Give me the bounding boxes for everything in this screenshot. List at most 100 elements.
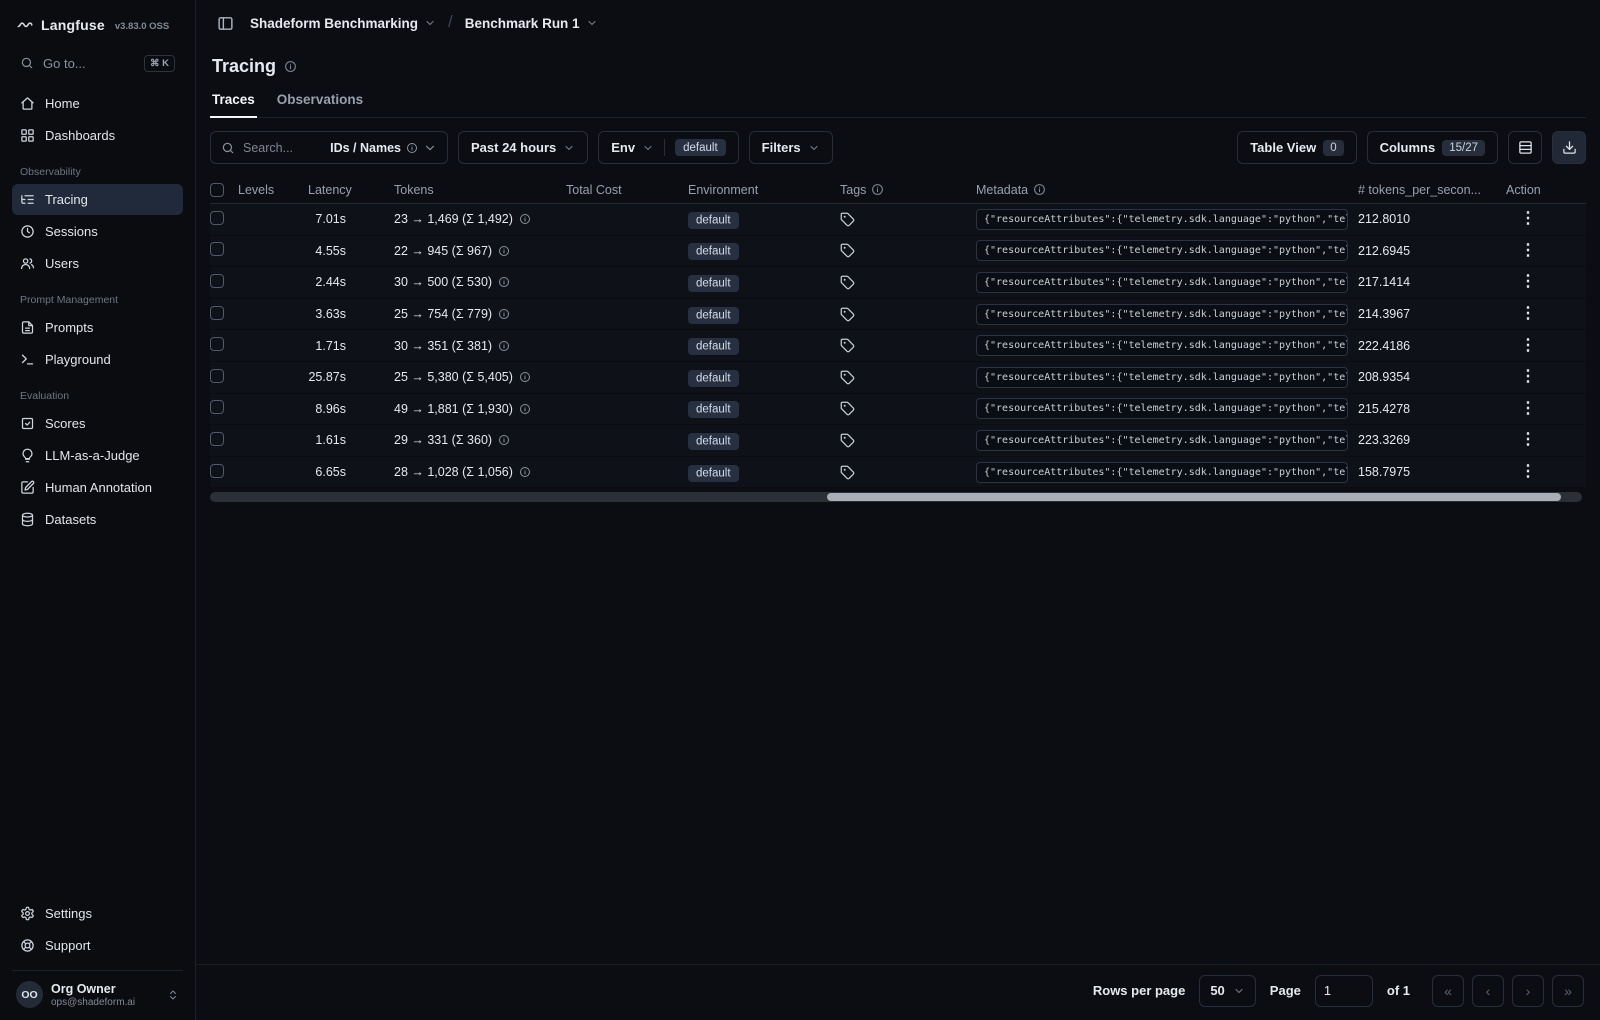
sidebar-toggle-button[interactable] bbox=[212, 10, 238, 36]
table-row[interactable]: 3.63s 25 → 754 (Σ 779) default {"resourc… bbox=[210, 298, 1586, 331]
table-row[interactable]: 1.61s 29 → 331 (Σ 360) default {"resourc… bbox=[210, 425, 1586, 457]
sidebar-item-playground[interactable]: Playground bbox=[12, 344, 183, 375]
info-icon[interactable] bbox=[519, 213, 531, 225]
column-header-latency[interactable]: Latency bbox=[308, 183, 394, 197]
tag-icon[interactable] bbox=[840, 212, 855, 227]
row-checkbox[interactable] bbox=[210, 210, 224, 225]
metadata-cell[interactable]: {"resourceAttributes":{"telemetry.sdk.la… bbox=[976, 335, 1348, 357]
search-mode-dropdown[interactable]: IDs / Names bbox=[330, 141, 437, 155]
info-icon[interactable] bbox=[498, 434, 510, 446]
metadata-cell[interactable]: {"resourceAttributes":{"telemetry.sdk.la… bbox=[976, 429, 1348, 451]
metadata-cell[interactable]: {"resourceAttributes":{"telemetry.sdk.la… bbox=[976, 398, 1348, 420]
row-checkbox[interactable] bbox=[210, 431, 224, 446]
metadata-cell[interactable]: {"resourceAttributes":{"telemetry.sdk.la… bbox=[976, 208, 1348, 230]
info-icon[interactable] bbox=[519, 403, 531, 415]
sidebar-item-datasets[interactable]: Datasets bbox=[12, 504, 183, 535]
table-row[interactable]: 1.71s 30 → 351 (Σ 381) default {"resourc… bbox=[210, 330, 1586, 362]
export-button[interactable] bbox=[1552, 131, 1586, 164]
info-icon[interactable] bbox=[498, 308, 510, 320]
page-number-input[interactable] bbox=[1314, 974, 1373, 1007]
info-icon[interactable] bbox=[498, 340, 510, 352]
row-checkbox[interactable] bbox=[210, 305, 224, 320]
column-header-tags[interactable]: Tags bbox=[840, 183, 976, 197]
info-icon[interactable] bbox=[519, 371, 531, 383]
metadata-cell[interactable]: {"resourceAttributes":{"telemetry.sdk.la… bbox=[976, 240, 1348, 262]
row-checkbox[interactable] bbox=[210, 463, 224, 478]
row-height-button[interactable] bbox=[1508, 131, 1542, 164]
column-header-total-cost[interactable]: Total Cost bbox=[566, 183, 688, 197]
table-row[interactable]: 2.44s 30 → 500 (Σ 530) default {"resourc… bbox=[210, 267, 1586, 299]
tag-icon[interactable] bbox=[840, 401, 855, 416]
sidebar-item-settings[interactable]: Settings bbox=[12, 898, 183, 929]
info-icon[interactable] bbox=[519, 466, 531, 478]
row-actions-button[interactable]: ⋮ bbox=[1506, 400, 1537, 417]
row-actions-button[interactable]: ⋮ bbox=[1506, 210, 1537, 227]
sidebar-item-tracing[interactable]: Tracing bbox=[12, 184, 183, 215]
last-page-button[interactable]: » bbox=[1552, 974, 1584, 1007]
tag-icon[interactable] bbox=[840, 338, 855, 353]
row-checkbox[interactable] bbox=[210, 242, 224, 257]
row-actions-button[interactable]: ⋮ bbox=[1506, 368, 1537, 385]
tag-icon[interactable] bbox=[840, 465, 855, 480]
time-range-dropdown[interactable]: Past 24 hours bbox=[458, 131, 589, 164]
sidebar-item-home[interactable]: Home bbox=[12, 88, 183, 119]
table-row[interactable]: 6.65s 28 → 1,028 (Σ 1,056) default {"res… bbox=[210, 456, 1586, 489]
breadcrumb-org[interactable]: Shadeform Benchmarking bbox=[250, 16, 436, 31]
sidebar-item-scores[interactable]: Scores bbox=[12, 408, 183, 439]
table-row[interactable]: 8.96s 49 → 1,881 (Σ 1,930) default {"res… bbox=[210, 393, 1586, 426]
row-actions-button[interactable]: ⋮ bbox=[1506, 337, 1537, 354]
column-header-environment[interactable]: Environment bbox=[688, 183, 840, 197]
row-checkbox[interactable] bbox=[210, 337, 224, 352]
metadata-cell[interactable]: {"resourceAttributes":{"telemetry.sdk.la… bbox=[976, 271, 1348, 293]
first-page-button[interactable]: « bbox=[1432, 974, 1464, 1007]
columns-button[interactable]: Columns 15/27 bbox=[1366, 131, 1498, 164]
row-actions-button[interactable]: ⋮ bbox=[1506, 242, 1537, 259]
info-icon[interactable] bbox=[498, 276, 510, 288]
sidebar-item-human-annotation[interactable]: Human Annotation bbox=[12, 472, 183, 503]
row-checkbox[interactable] bbox=[210, 273, 224, 288]
horizontal-scrollbar[interactable] bbox=[210, 492, 1582, 503]
sidebar-item-support[interactable]: Support bbox=[12, 930, 183, 961]
tab-traces[interactable]: Traces bbox=[210, 84, 257, 118]
column-header-tokens[interactable]: Tokens bbox=[394, 183, 566, 197]
row-checkbox[interactable] bbox=[210, 400, 224, 415]
row-actions-button[interactable]: ⋮ bbox=[1506, 463, 1537, 480]
row-actions-button[interactable]: ⋮ bbox=[1506, 273, 1537, 290]
select-all-checkbox[interactable] bbox=[210, 182, 224, 197]
table-row[interactable]: 7.01s 23 → 1,469 (Σ 1,492) default {"res… bbox=[210, 204, 1586, 236]
filters-dropdown[interactable]: Filters bbox=[748, 131, 833, 164]
sidebar-item-users[interactable]: Users bbox=[12, 248, 183, 279]
column-header-metadata[interactable]: Metadata bbox=[976, 183, 1358, 197]
table-row[interactable]: 25.87s 25 → 5,380 (Σ 5,405) default {"re… bbox=[210, 361, 1586, 394]
goto-search-button[interactable]: Go to... ⌘ K bbox=[12, 48, 183, 78]
sidebar-item-llm-as-a-judge[interactable]: LLM-as-a-Judge bbox=[12, 440, 183, 471]
tag-icon[interactable] bbox=[840, 307, 855, 322]
env-filter-dropdown[interactable]: Env default bbox=[598, 131, 739, 164]
row-actions-button[interactable]: ⋮ bbox=[1506, 431, 1537, 448]
tag-icon[interactable] bbox=[840, 370, 855, 385]
info-icon[interactable] bbox=[284, 60, 297, 73]
tab-observations[interactable]: Observations bbox=[275, 84, 365, 117]
table-view-button[interactable]: Table View 0 bbox=[1237, 131, 1357, 164]
next-page-button[interactable]: › bbox=[1512, 974, 1544, 1007]
sidebar-item-dashboards[interactable]: Dashboards bbox=[12, 120, 183, 151]
sidebar-item-prompts[interactable]: Prompts bbox=[12, 312, 183, 343]
metadata-cell[interactable]: {"resourceAttributes":{"telemetry.sdk.la… bbox=[976, 303, 1348, 325]
metadata-cell[interactable]: {"resourceAttributes":{"telemetry.sdk.la… bbox=[976, 366, 1348, 388]
tag-icon[interactable] bbox=[840, 243, 855, 258]
tag-icon[interactable] bbox=[840, 433, 855, 448]
row-actions-button[interactable]: ⋮ bbox=[1506, 305, 1537, 322]
previous-page-button[interactable]: ‹ bbox=[1472, 974, 1504, 1007]
column-header-levels[interactable]: Levels bbox=[238, 183, 308, 197]
tag-icon[interactable] bbox=[840, 275, 855, 290]
rows-per-page-select[interactable]: 50 bbox=[1199, 974, 1256, 1007]
search-input[interactable] bbox=[243, 140, 319, 155]
column-header-tokens-per-second[interactable]: # tokens_per_secon... bbox=[1358, 183, 1506, 197]
row-checkbox[interactable] bbox=[210, 368, 224, 383]
user-account-button[interactable]: OO Org Owner ops@shadeform.ai bbox=[12, 970, 183, 1008]
table-row[interactable]: 4.55s 22 → 945 (Σ 967) default {"resourc… bbox=[210, 235, 1586, 268]
sidebar-item-sessions[interactable]: Sessions bbox=[12, 216, 183, 247]
info-icon[interactable] bbox=[498, 245, 510, 257]
horizontal-scrollbar-thumb[interactable] bbox=[827, 493, 1562, 502]
breadcrumb-project[interactable]: Benchmark Run 1 bbox=[465, 16, 598, 31]
